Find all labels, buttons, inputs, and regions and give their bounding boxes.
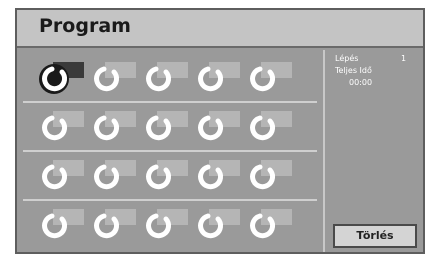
total-time-value: 00:00 — [349, 78, 373, 87]
track-slot[interactable] — [245, 107, 301, 147]
track-slot[interactable] — [37, 205, 93, 245]
disc-icon — [250, 115, 276, 141]
disc-icon — [146, 115, 172, 141]
track-slot[interactable] — [37, 107, 93, 147]
track-row — [23, 54, 317, 103]
disc-icon — [94, 115, 120, 141]
track-slot[interactable] — [141, 156, 197, 196]
disc-icon — [42, 115, 68, 141]
track-slot[interactable] — [89, 58, 145, 98]
step-value: 1 — [401, 54, 407, 63]
program-window: Program Lépés 1 Teljes Idő 00:00 Törlés — [15, 8, 425, 254]
title-bar: Program — [17, 10, 423, 48]
disc-icon — [42, 213, 68, 239]
disc-icon — [39, 64, 69, 94]
track-row — [23, 201, 317, 250]
info-panel: Lépés 1 Teljes Idő 00:00 Törlés — [323, 50, 423, 252]
disc-icon — [198, 164, 224, 190]
track-slot[interactable] — [193, 205, 249, 245]
disc-icon — [146, 164, 172, 190]
track-row — [23, 103, 317, 152]
disc-icon — [198, 115, 224, 141]
disc-icon — [198, 213, 224, 239]
track-slot[interactable] — [89, 205, 145, 245]
track-slot[interactable] — [89, 156, 145, 196]
disc-icon — [146, 66, 172, 92]
track-slot[interactable] — [37, 156, 93, 196]
track-slot[interactable] — [37, 58, 93, 98]
track-slot[interactable] — [141, 107, 197, 147]
track-slot[interactable] — [193, 58, 249, 98]
disc-icon — [198, 66, 224, 92]
track-slot[interactable] — [141, 205, 197, 245]
track-slot[interactable] — [193, 156, 249, 196]
disc-icon — [94, 66, 120, 92]
track-slot[interactable] — [245, 58, 301, 98]
track-slot[interactable] — [141, 58, 197, 98]
clear-button[interactable]: Törlés — [333, 224, 417, 248]
track-slot[interactable] — [89, 107, 145, 147]
disc-icon — [94, 164, 120, 190]
disc-icon — [250, 66, 276, 92]
track-row — [23, 152, 317, 201]
track-grid — [23, 54, 317, 250]
disc-icon — [42, 164, 68, 190]
total-time-label: Teljes Idő — [335, 66, 372, 75]
track-slot[interactable] — [245, 156, 301, 196]
track-slot[interactable] — [193, 107, 249, 147]
disc-icon — [250, 164, 276, 190]
disc-icon — [250, 213, 276, 239]
disc-icon — [146, 213, 172, 239]
step-label: Lépés — [335, 54, 359, 63]
window-title: Program — [39, 15, 131, 37]
disc-icon — [94, 213, 120, 239]
track-slot[interactable] — [245, 205, 301, 245]
